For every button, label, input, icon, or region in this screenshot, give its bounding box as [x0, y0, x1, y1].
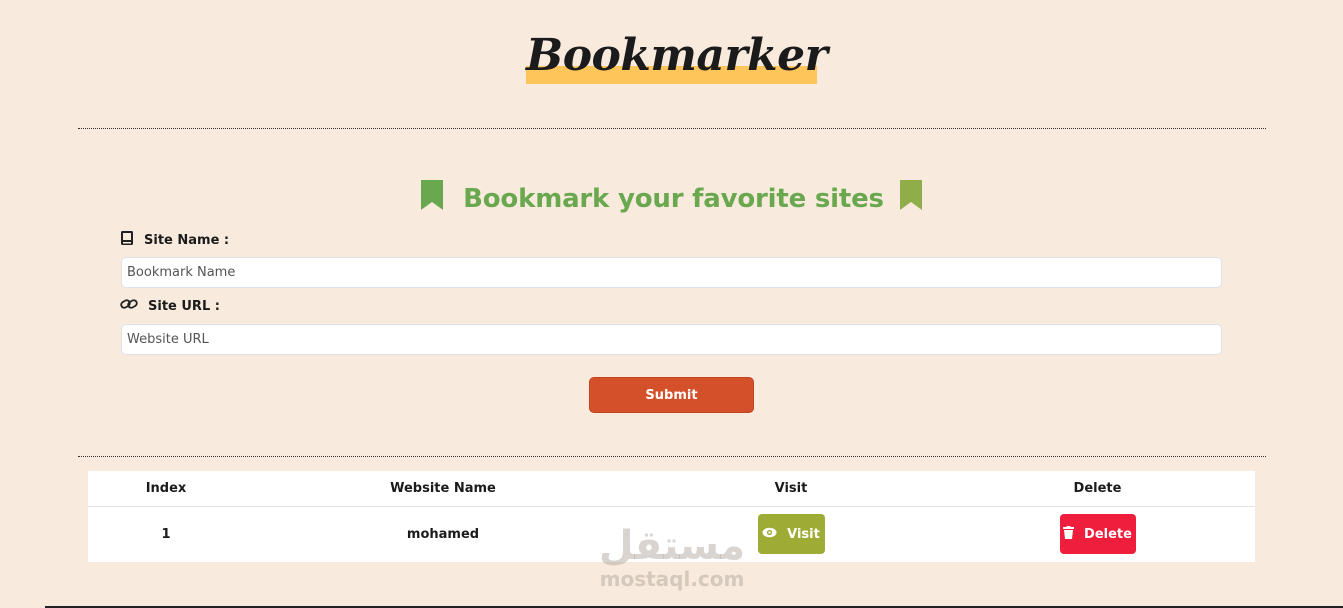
bookmark-icon: [421, 180, 444, 217]
link-icon: [120, 297, 138, 315]
site-url-label: Site URL :: [120, 297, 220, 315]
header: Bookmarker: [0, 28, 1343, 84]
watermark-latin: mostaql.com: [599, 567, 745, 591]
visit-button[interactable]: Visit: [757, 514, 825, 554]
logo: Bookmarker: [526, 28, 828, 84]
logo-text: Bookmarker: [526, 30, 828, 81]
row-delete-cell: Delete: [940, 514, 1255, 554]
eye-icon: [762, 527, 777, 542]
table-row: 1 mohamed Visit Delete: [88, 507, 1255, 561]
header-delete: Delete: [1073, 481, 1122, 496]
submit-button[interactable]: Submit: [589, 377, 754, 413]
header-website-name: Website Name: [390, 481, 496, 496]
delete-button-label: Delete: [1084, 526, 1132, 542]
form-title-text: Bookmark your favorite sites: [463, 183, 884, 214]
delete-button[interactable]: Delete: [1059, 514, 1136, 554]
table-header-row: Index Website Name Visit Delete: [88, 471, 1255, 507]
site-url-input[interactable]: [121, 324, 1222, 355]
trash-icon: [1063, 525, 1075, 543]
site-name-label-text: Site Name :: [144, 232, 230, 248]
site-name-label: Site Name :: [120, 231, 229, 249]
book-icon: [120, 231, 134, 249]
site-url-label-text: Site URL :: [148, 298, 220, 314]
bookmark-icon: [899, 180, 922, 217]
header-index: Index: [145, 481, 187, 496]
divider-top: [78, 128, 1266, 129]
form-title: Bookmark your favorite sites: [0, 180, 1343, 217]
header-visit: Visit: [774, 481, 808, 496]
visit-button-label: Visit: [787, 526, 820, 542]
divider-bottom: [78, 456, 1266, 457]
row-index: 1: [161, 526, 171, 542]
row-website-name: mohamed: [406, 526, 480, 542]
row-visit-cell: Visit: [642, 514, 940, 554]
site-name-input[interactable]: [121, 257, 1222, 288]
bookmarks-table: Index Website Name Visit Delete 1 mohame…: [88, 471, 1255, 562]
